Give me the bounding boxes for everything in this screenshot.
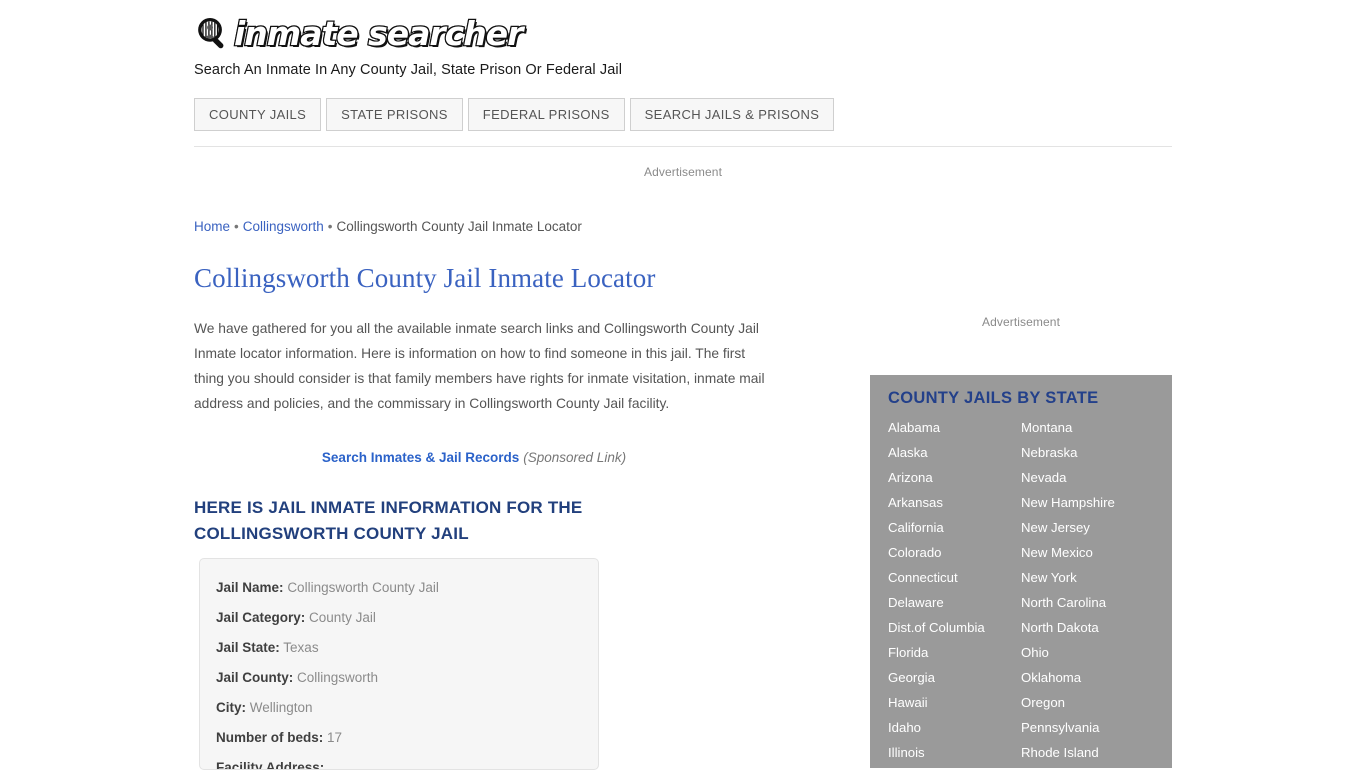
state-link[interactable]: Alabama	[888, 415, 1021, 440]
states-columns: Alabama Alaska Arizona Arkansas Californ…	[888, 415, 1154, 765]
info-row: Number of beds: 17	[216, 723, 582, 753]
state-link[interactable]: Florida	[888, 640, 1021, 665]
state-link[interactable]: Colorado	[888, 540, 1021, 565]
state-link[interactable]: New Jersey	[1021, 515, 1154, 540]
info-value: Collingsworth County Jail	[287, 580, 439, 595]
info-row: Jail County: Collingsworth	[216, 663, 582, 693]
state-link[interactable]: Hawaii	[888, 690, 1021, 715]
state-link[interactable]: Nebraska	[1021, 440, 1154, 465]
main-content: Collingsworth County Jail Inmate Locator…	[194, 262, 784, 547]
county-jails-by-state-box: COUNTY JAILS BY STATE Alabama Alaska Ari…	[870, 375, 1172, 768]
site-logo[interactable]: inmate searcher	[194, 12, 1174, 56]
info-row: Jail Category: County Jail	[216, 603, 582, 633]
info-row: Facility Address:	[216, 753, 582, 770]
state-link[interactable]: Arizona	[888, 465, 1021, 490]
info-label: City:	[216, 700, 246, 715]
breadcrumb-separator-2: •	[327, 219, 333, 234]
state-link[interactable]: North Dakota	[1021, 615, 1154, 640]
sponsored-note: (Sponsored Link)	[523, 450, 627, 465]
nav-item-federal-prisons[interactable]: FEDERAL PRISONS	[467, 98, 625, 131]
states-box-title: COUNTY JAILS BY STATE	[888, 389, 1099, 407]
state-link[interactable]: New Hampshire	[1021, 490, 1154, 515]
info-value: Collingsworth	[297, 670, 379, 685]
info-label: Jail Name:	[216, 580, 284, 595]
breadcrumb-home-link[interactable]: Home	[194, 219, 230, 234]
magnifier-jail-icon	[198, 17, 224, 49]
states-column-left: Alabama Alaska Arizona Arkansas Californ…	[888, 415, 1021, 765]
states-column-right: Montana Nebraska Nevada New Hampshire Ne…	[1021, 415, 1154, 765]
state-link[interactable]: Nevada	[1021, 465, 1154, 490]
state-link[interactable]: Ohio	[1021, 640, 1154, 665]
info-row: Jail Name: Collingsworth County Jail	[216, 573, 582, 603]
state-link[interactable]: Idaho	[888, 715, 1021, 740]
info-value: County Jail	[309, 610, 376, 625]
info-label: Jail Category:	[216, 610, 306, 625]
state-link[interactable]: Georgia	[888, 665, 1021, 690]
intro-paragraph: We have gathered for you all the availab…	[194, 321, 765, 411]
state-link[interactable]: Oregon	[1021, 690, 1154, 715]
jail-information-box: Jail Name: Collingsworth County Jail Jai…	[199, 558, 599, 770]
state-link[interactable]: Dist.of Columbia	[888, 615, 1021, 640]
info-value: 17	[327, 730, 343, 745]
header-divider	[194, 146, 1172, 147]
info-label: Number of beds:	[216, 730, 324, 745]
state-link[interactable]: Delaware	[888, 590, 1021, 615]
nav-item-search-jails-prisons[interactable]: SEARCH JAILS & PRISONS	[629, 98, 835, 131]
info-value: Texas	[283, 640, 319, 655]
info-label: Jail County:	[216, 670, 294, 685]
nav-item-county-jails[interactable]: COUNTY JAILS	[194, 98, 322, 131]
breadcrumb-separator-1: •	[234, 219, 239, 234]
info-row: Jail State: Texas	[216, 633, 582, 663]
state-link[interactable]: Illinois	[888, 740, 1021, 765]
state-link[interactable]: Pennsylvania	[1021, 715, 1154, 740]
state-link[interactable]: Alaska	[888, 440, 1021, 465]
info-value: Wellington	[249, 700, 313, 715]
breadcrumb-current: Collingsworth County Jail Inmate Locator	[336, 219, 582, 234]
state-link[interactable]: New Mexico	[1021, 540, 1154, 565]
state-link[interactable]: New York	[1021, 565, 1154, 590]
sidebar-advertisement-label: Advertisement	[982, 315, 1060, 329]
page-root: inmate searcher Search An Inmate In Any …	[0, 0, 1366, 770]
state-link[interactable]: Arkansas	[888, 490, 1021, 515]
sponsored-link-row: Search Inmates & Jail Records (Sponsored …	[194, 450, 754, 465]
info-row: City: Wellington	[216, 693, 582, 723]
info-label: Jail State:	[216, 640, 280, 655]
site-header: inmate searcher Search An Inmate In Any …	[194, 12, 1174, 78]
state-link[interactable]: Oklahoma	[1021, 665, 1154, 690]
nav-item-state-prisons[interactable]: STATE PRISONS	[326, 98, 463, 131]
state-link[interactable]: North Carolina	[1021, 590, 1154, 615]
search-inmates-records-link[interactable]: Search Inmates & Jail Records	[322, 450, 519, 465]
page-title: Collingsworth County Jail Inmate Locator	[194, 263, 656, 293]
state-link[interactable]: Montana	[1021, 415, 1154, 440]
state-link[interactable]: California	[888, 515, 1021, 540]
state-link[interactable]: Connecticut	[888, 565, 1021, 590]
site-tagline: Search An Inmate In Any County Jail, Sta…	[194, 62, 623, 78]
info-label: Facility Address:	[216, 760, 325, 770]
breadcrumb: Home • Collingsworth • Collingsworth County …	[194, 219, 582, 234]
state-link[interactable]: Rhode Island	[1021, 740, 1154, 765]
logo-wordmark: inmate searcher	[233, 13, 525, 54]
top-advertisement-label: Advertisement	[644, 165, 722, 179]
breadcrumb-county-link[interactable]: Collingsworth	[243, 219, 324, 234]
main-navigation: COUNTY JAILS STATE PRISONS FEDERAL PRISO…	[194, 98, 835, 131]
section-heading: HERE IS JAIL INMATE INFORMATION FOR THE …	[194, 498, 583, 543]
